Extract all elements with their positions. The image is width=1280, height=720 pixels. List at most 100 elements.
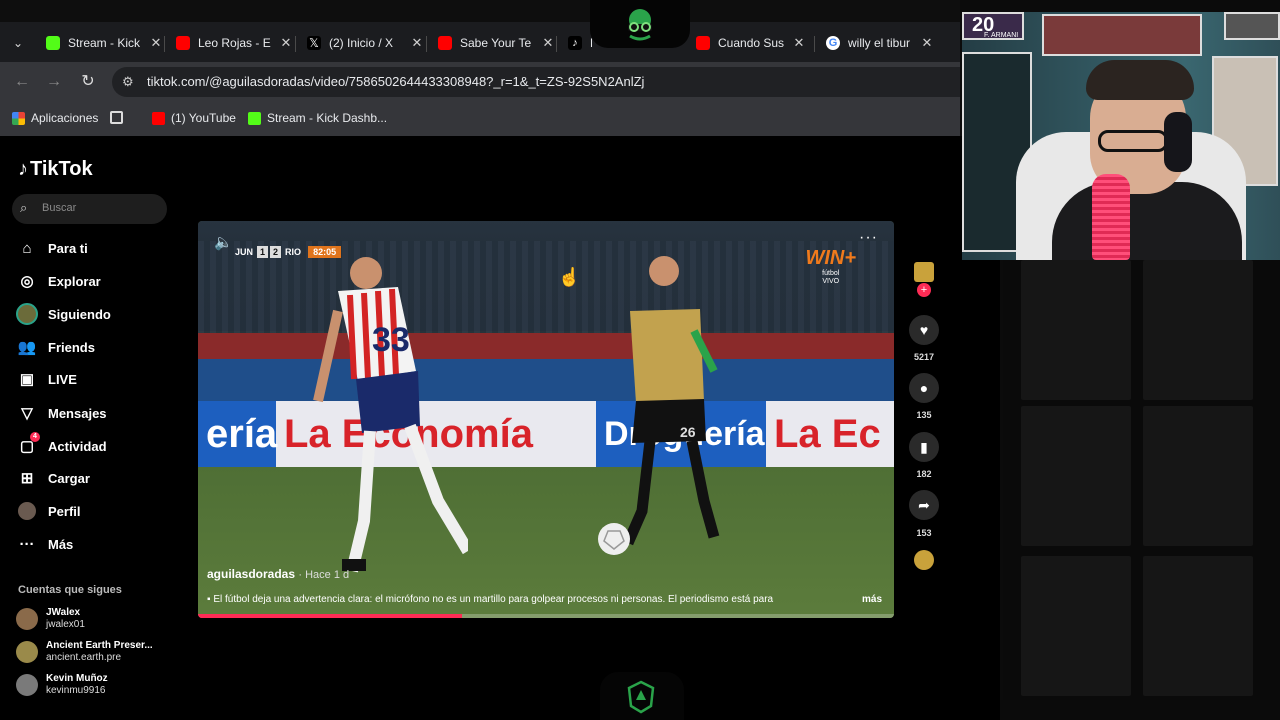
bookmark-label: (1) YouTube <box>171 111 236 125</box>
author-username: aguilasdoradas <box>207 567 296 581</box>
overlay-grid-panel <box>1003 260 1280 700</box>
tab-6[interactable]: G willy el tibur ✕ <box>818 28 942 58</box>
broadcaster-live: VIVO <box>822 278 840 285</box>
share-button[interactable]: ➦ <box>909 490 939 520</box>
nav-label: Más <box>48 536 74 552</box>
grid-cell <box>1021 406 1131 546</box>
jersey-number: 33 <box>372 321 410 359</box>
close-icon[interactable]: ✕ <box>410 35 424 51</box>
site-settings-icon[interactable]: ⚙ <box>122 74 138 90</box>
tiktok-logo[interactable]: ♪ TikTok <box>18 158 93 181</box>
home-score: 1 <box>257 246 269 258</box>
forward-button[interactable]: → <box>42 70 66 94</box>
volume-icon[interactable]: 🔈 <box>214 233 233 251</box>
ad-text: La Ec <box>774 411 881 456</box>
close-icon[interactable]: ✕ <box>541 35 555 51</box>
share-icon: ➦ <box>918 496 930 513</box>
nav-live[interactable]: ▣ LIVE <box>16 366 77 392</box>
webcam-feed: 20 F. ARMANI <box>962 12 1280 260</box>
headset <box>1164 112 1192 172</box>
away-score: 2 <box>270 246 282 258</box>
tab-5[interactable]: Cuando Sus ✕ <box>688 28 814 58</box>
comment-count: 135 <box>916 410 932 420</box>
nav-label: LIVE <box>48 371 77 387</box>
following-account[interactable]: JWalex jwalex01 <box>16 607 85 631</box>
close-icon[interactable]: ✕ <box>279 35 293 51</box>
nav-label: Para ti <box>48 240 88 256</box>
close-icon[interactable]: ✕ <box>149 35 163 51</box>
video-author[interactable]: aguilasdoradas · Hace 1 d <box>207 567 349 581</box>
kick-icon <box>46 36 60 50</box>
poster-label: F. ARMANI <box>984 32 1019 39</box>
glasses <box>1098 130 1168 152</box>
player-right-figure: 26 <box>622 256 720 546</box>
address-bar[interactable]: ⚙ tiktok.com/@aguilasdoradas/video/75865… <box>112 67 960 97</box>
progress-fill <box>198 614 463 618</box>
search-input[interactable]: ⌕ Buscar <box>12 194 167 224</box>
nav-siguiendo[interactable]: Siguiendo <box>16 301 111 327</box>
youtube-icon <box>438 36 452 50</box>
compass-icon: ◎ <box>20 273 34 290</box>
share-count: 153 <box>916 528 932 538</box>
creator-avatar[interactable] <box>914 262 934 282</box>
following-title: Cuentas que sigues <box>18 584 122 596</box>
bookmark-youtube[interactable]: (1) YouTube <box>152 111 236 125</box>
tiktok-page: ♪ TikTok ⌕ Buscar ⌂ Para ti ◎ Explorar S… <box>0 136 1000 720</box>
scorebug: JUN 1 2 RIO 82:05 <box>232 243 342 261</box>
poster <box>1224 12 1280 40</box>
broadcaster-name: WIN+ <box>805 247 856 269</box>
caption-more-button[interactable]: más <box>862 594 882 605</box>
bookmark-apps[interactable]: Aplicaciones <box>12 111 98 125</box>
more-options-icon[interactable]: ··· <box>859 229 878 247</box>
sound-disc-icon[interactable] <box>914 550 934 570</box>
nav-perfil[interactable]: Perfil <box>16 498 81 524</box>
following-account[interactable]: Kevin Muñoz kevinmu9916 <box>16 673 108 697</box>
nav-label: Friends <box>48 339 95 355</box>
nav-mensajes[interactable]: ▽ Mensajes <box>16 400 106 426</box>
video-player[interactable]: ería La Economía Droguería La Ec 33 <box>198 221 894 618</box>
nav-explorar[interactable]: ◎ Explorar <box>16 268 101 294</box>
grid-cell <box>1143 556 1253 696</box>
apps-grid-icon <box>12 111 25 125</box>
reload-button[interactable]: ↻ <box>76 70 100 94</box>
friends-icon: 👥 <box>17 339 37 356</box>
bookmark-grid[interactable] <box>110 111 129 124</box>
tab-1[interactable]: Leo Rojas - E ✕ <box>168 28 301 58</box>
close-icon[interactable]: ✕ <box>792 35 806 51</box>
close-icon[interactable]: ✕ <box>920 35 934 51</box>
hand-cursor-icon: ☝ <box>558 267 581 287</box>
video-progress-bar[interactable] <box>198 614 894 618</box>
tab-3[interactable]: Sabe Your Te ✕ <box>430 28 563 58</box>
account-handle: ancient.earth.pre <box>46 652 122 663</box>
tab-search-button[interactable]: ⌄ <box>6 32 30 54</box>
following-avatar-icon <box>16 303 38 325</box>
match-clock: 82:05 <box>308 246 342 258</box>
youtube-icon <box>176 36 190 50</box>
follow-plus-button[interactable]: + <box>917 283 931 297</box>
nav-label: Explorar <box>48 273 101 289</box>
nav-friends[interactable]: 👥 Friends <box>16 334 95 360</box>
like-button[interactable]: ♥ <box>909 315 939 345</box>
tiktok-icon: ♪ <box>18 158 28 180</box>
bookmark-label: Aplicaciones <box>31 111 99 125</box>
nav-actividad[interactable]: ▢ 4 Actividad <box>16 432 107 459</box>
nav-para-ti[interactable]: ⌂ Para ti <box>16 235 88 261</box>
nav-cargar[interactable]: ⊞ Cargar <box>16 465 90 491</box>
live-icon: ▣ <box>19 371 35 388</box>
profile-icon <box>16 500 38 522</box>
grid-cell <box>1143 406 1253 546</box>
tiktok-icon: ♪ <box>568 36 582 50</box>
x-icon: 𝕏 <box>307 36 321 50</box>
bookmark-kick[interactable]: Stream - Kick Dashb... <box>248 111 387 125</box>
comment-button[interactable]: ● <box>909 373 939 403</box>
home-icon: ⌂ <box>22 239 32 257</box>
back-button[interactable]: ← <box>10 70 34 94</box>
tab-2[interactable]: 𝕏 (2) Inicio / X ✕ <box>299 28 432 58</box>
grid-cell <box>1143 260 1253 400</box>
nav-mas[interactable]: ··· Más <box>16 531 74 557</box>
video-caption: ▪ El fútbol deja una advertencia clara: … <box>207 594 847 605</box>
save-button[interactable]: ▮ <box>909 432 939 462</box>
tab-0[interactable]: Stream - Kick ✕ <box>38 28 171 58</box>
following-account[interactable]: Ancient Earth Preser... ancient.earth.pr… <box>16 640 153 664</box>
home-team: JUN <box>235 247 254 257</box>
